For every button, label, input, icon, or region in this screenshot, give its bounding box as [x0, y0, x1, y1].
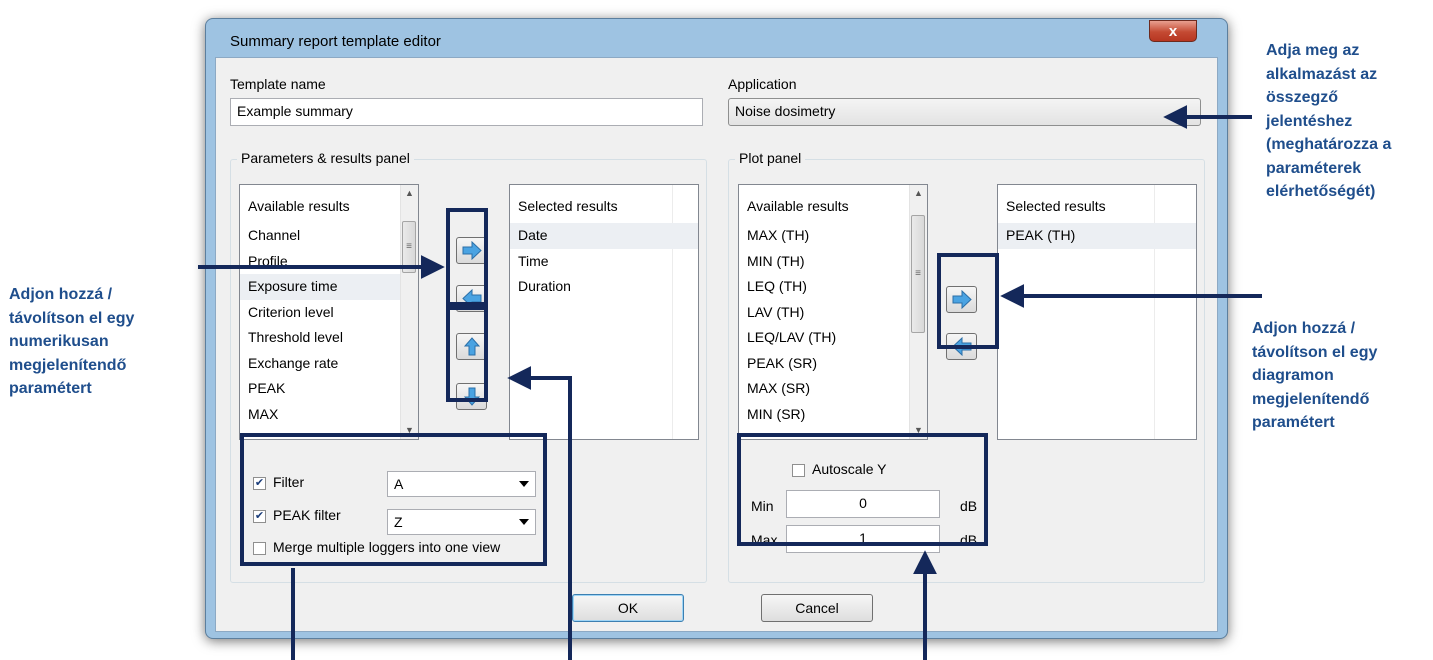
note-line: összegző	[1266, 89, 1339, 106]
note-line: diagramon	[1252, 367, 1334, 384]
note-line: elérhetőségét)	[1266, 183, 1376, 200]
note-line: megjelenítendő	[1252, 390, 1370, 408]
note-line: jelentéshez	[1266, 112, 1353, 130]
note-line: Adja meg az	[1266, 42, 1360, 59]
application-note: Adja meg az alkalmazást az összegző jele…	[1266, 39, 1431, 204]
params-note: Adjon hozzá / távolítson el egy numeriku…	[9, 283, 199, 401]
note-line: megjelenítendő	[9, 356, 127, 374]
note-line: alkalmazást az	[1266, 65, 1378, 83]
note-line: paraméterek	[1266, 159, 1362, 177]
note-line: numerikusan	[9, 333, 109, 350]
note-line: távolítson el egy	[1252, 343, 1378, 361]
note-line: paramétert	[9, 380, 92, 397]
note-line: (meghatározza a	[1266, 136, 1392, 153]
plot-note: Adjon hozzá / távolítson el egy diagramo…	[1252, 317, 1430, 435]
note-line: Adjon hozzá /	[9, 286, 113, 303]
note-line: Adjon hozzá /	[1252, 320, 1356, 337]
reorder-arrow	[507, 366, 572, 660]
note-line: távolítson el egy	[9, 309, 135, 327]
annotation-arrows	[198, 105, 1262, 660]
note-line: paramétert	[1252, 414, 1335, 431]
